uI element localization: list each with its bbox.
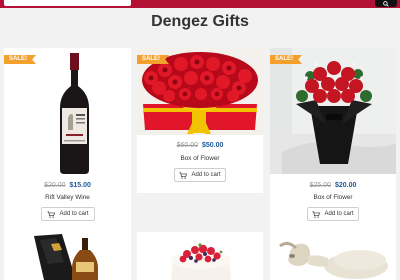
price-row: $20.00 $15.00 [4, 182, 131, 189]
add-to-cart-button[interactable]: Add to cart [307, 207, 359, 221]
add-to-cart-button[interactable]: Add to cart [41, 207, 95, 221]
product-image-rose-bouquet[interactable] [270, 48, 396, 174]
add-to-cart-label: Add to cart [191, 172, 221, 178]
product-card-wine: SALE! $20.00 $15.00 Rift Valley Wine Add… [4, 48, 131, 232]
cart-icon [179, 171, 188, 179]
sale-badge: SALE! [137, 55, 169, 64]
page-title: Dengez Gifts [151, 13, 249, 30]
berry-cake-icon [137, 232, 263, 280]
add-to-cart-label: Add to cart [324, 211, 354, 217]
add-to-cart-button[interactable]: Add to cart [174, 168, 226, 182]
product-image-wine[interactable] [4, 48, 131, 175]
sale-price: $15.00 [69, 182, 91, 189]
sale-price: $50.00 [201, 142, 224, 149]
product-title[interactable]: Rift Valley Wine [4, 194, 131, 201]
old-price: $60.00 [176, 142, 199, 149]
cart-icon [47, 210, 56, 218]
old-price: $20.00 [44, 182, 66, 189]
product-card-rose-bouquet: SALE! $25.00 $20.00 Box of Flower Add to… [270, 48, 396, 232]
price-row: $25.00 $20.00 [270, 182, 396, 189]
sale-badge: SALE! [4, 55, 36, 64]
product-title[interactable]: Box of Flower [137, 155, 263, 162]
search-input[interactable] [4, 0, 131, 6]
sheep-icon [270, 232, 396, 280]
product-image-cake[interactable] [137, 232, 263, 280]
search-button[interactable] [375, 0, 397, 7]
wine-bottle-icon [4, 48, 131, 175]
cart-icon [312, 210, 321, 218]
add-to-cart-label: Add to cart [59, 211, 89, 217]
price-row: $60.00 $50.00 [137, 142, 263, 149]
old-price: $25.00 [309, 182, 332, 189]
search-icon [383, 0, 389, 7]
sale-badge: SALE! [270, 55, 302, 64]
product-image-cognac[interactable] [4, 232, 131, 280]
rose-bouquet-icon [270, 48, 396, 174]
product-card-cake [137, 232, 263, 280]
sale-price: $20.00 [334, 182, 357, 189]
product-title[interactable]: Box of Flower [270, 194, 396, 201]
cognac-gift-box-icon [4, 232, 131, 280]
product-card-sheep [270, 232, 396, 280]
product-card-cognac [4, 232, 131, 280]
product-card-rose-box: SALE! $60.00 $50.00 Box of Flower Add to… [137, 48, 263, 193]
product-image-sheep[interactable] [270, 232, 396, 280]
